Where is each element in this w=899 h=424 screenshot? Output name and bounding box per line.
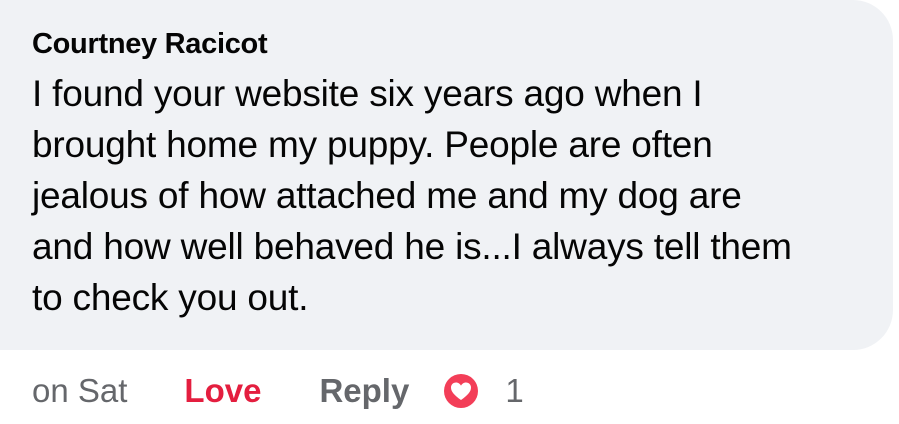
reaction-count: 1: [505, 372, 524, 409]
reaction-summary[interactable]: 1: [441, 371, 524, 411]
comment-bubble: Courtney Racicot I found your website si…: [0, 0, 893, 350]
comment-actions: on Sat Love Reply 1: [32, 366, 524, 416]
comment-timestamp[interactable]: on Sat: [32, 372, 127, 410]
comment-author[interactable]: Courtney Racicot: [32, 24, 863, 64]
comment-text: I found your website six years ago when …: [32, 73, 792, 318]
reply-button[interactable]: Reply: [319, 372, 409, 410]
love-button[interactable]: Love: [184, 372, 261, 410]
heart-icon: [442, 372, 481, 410]
